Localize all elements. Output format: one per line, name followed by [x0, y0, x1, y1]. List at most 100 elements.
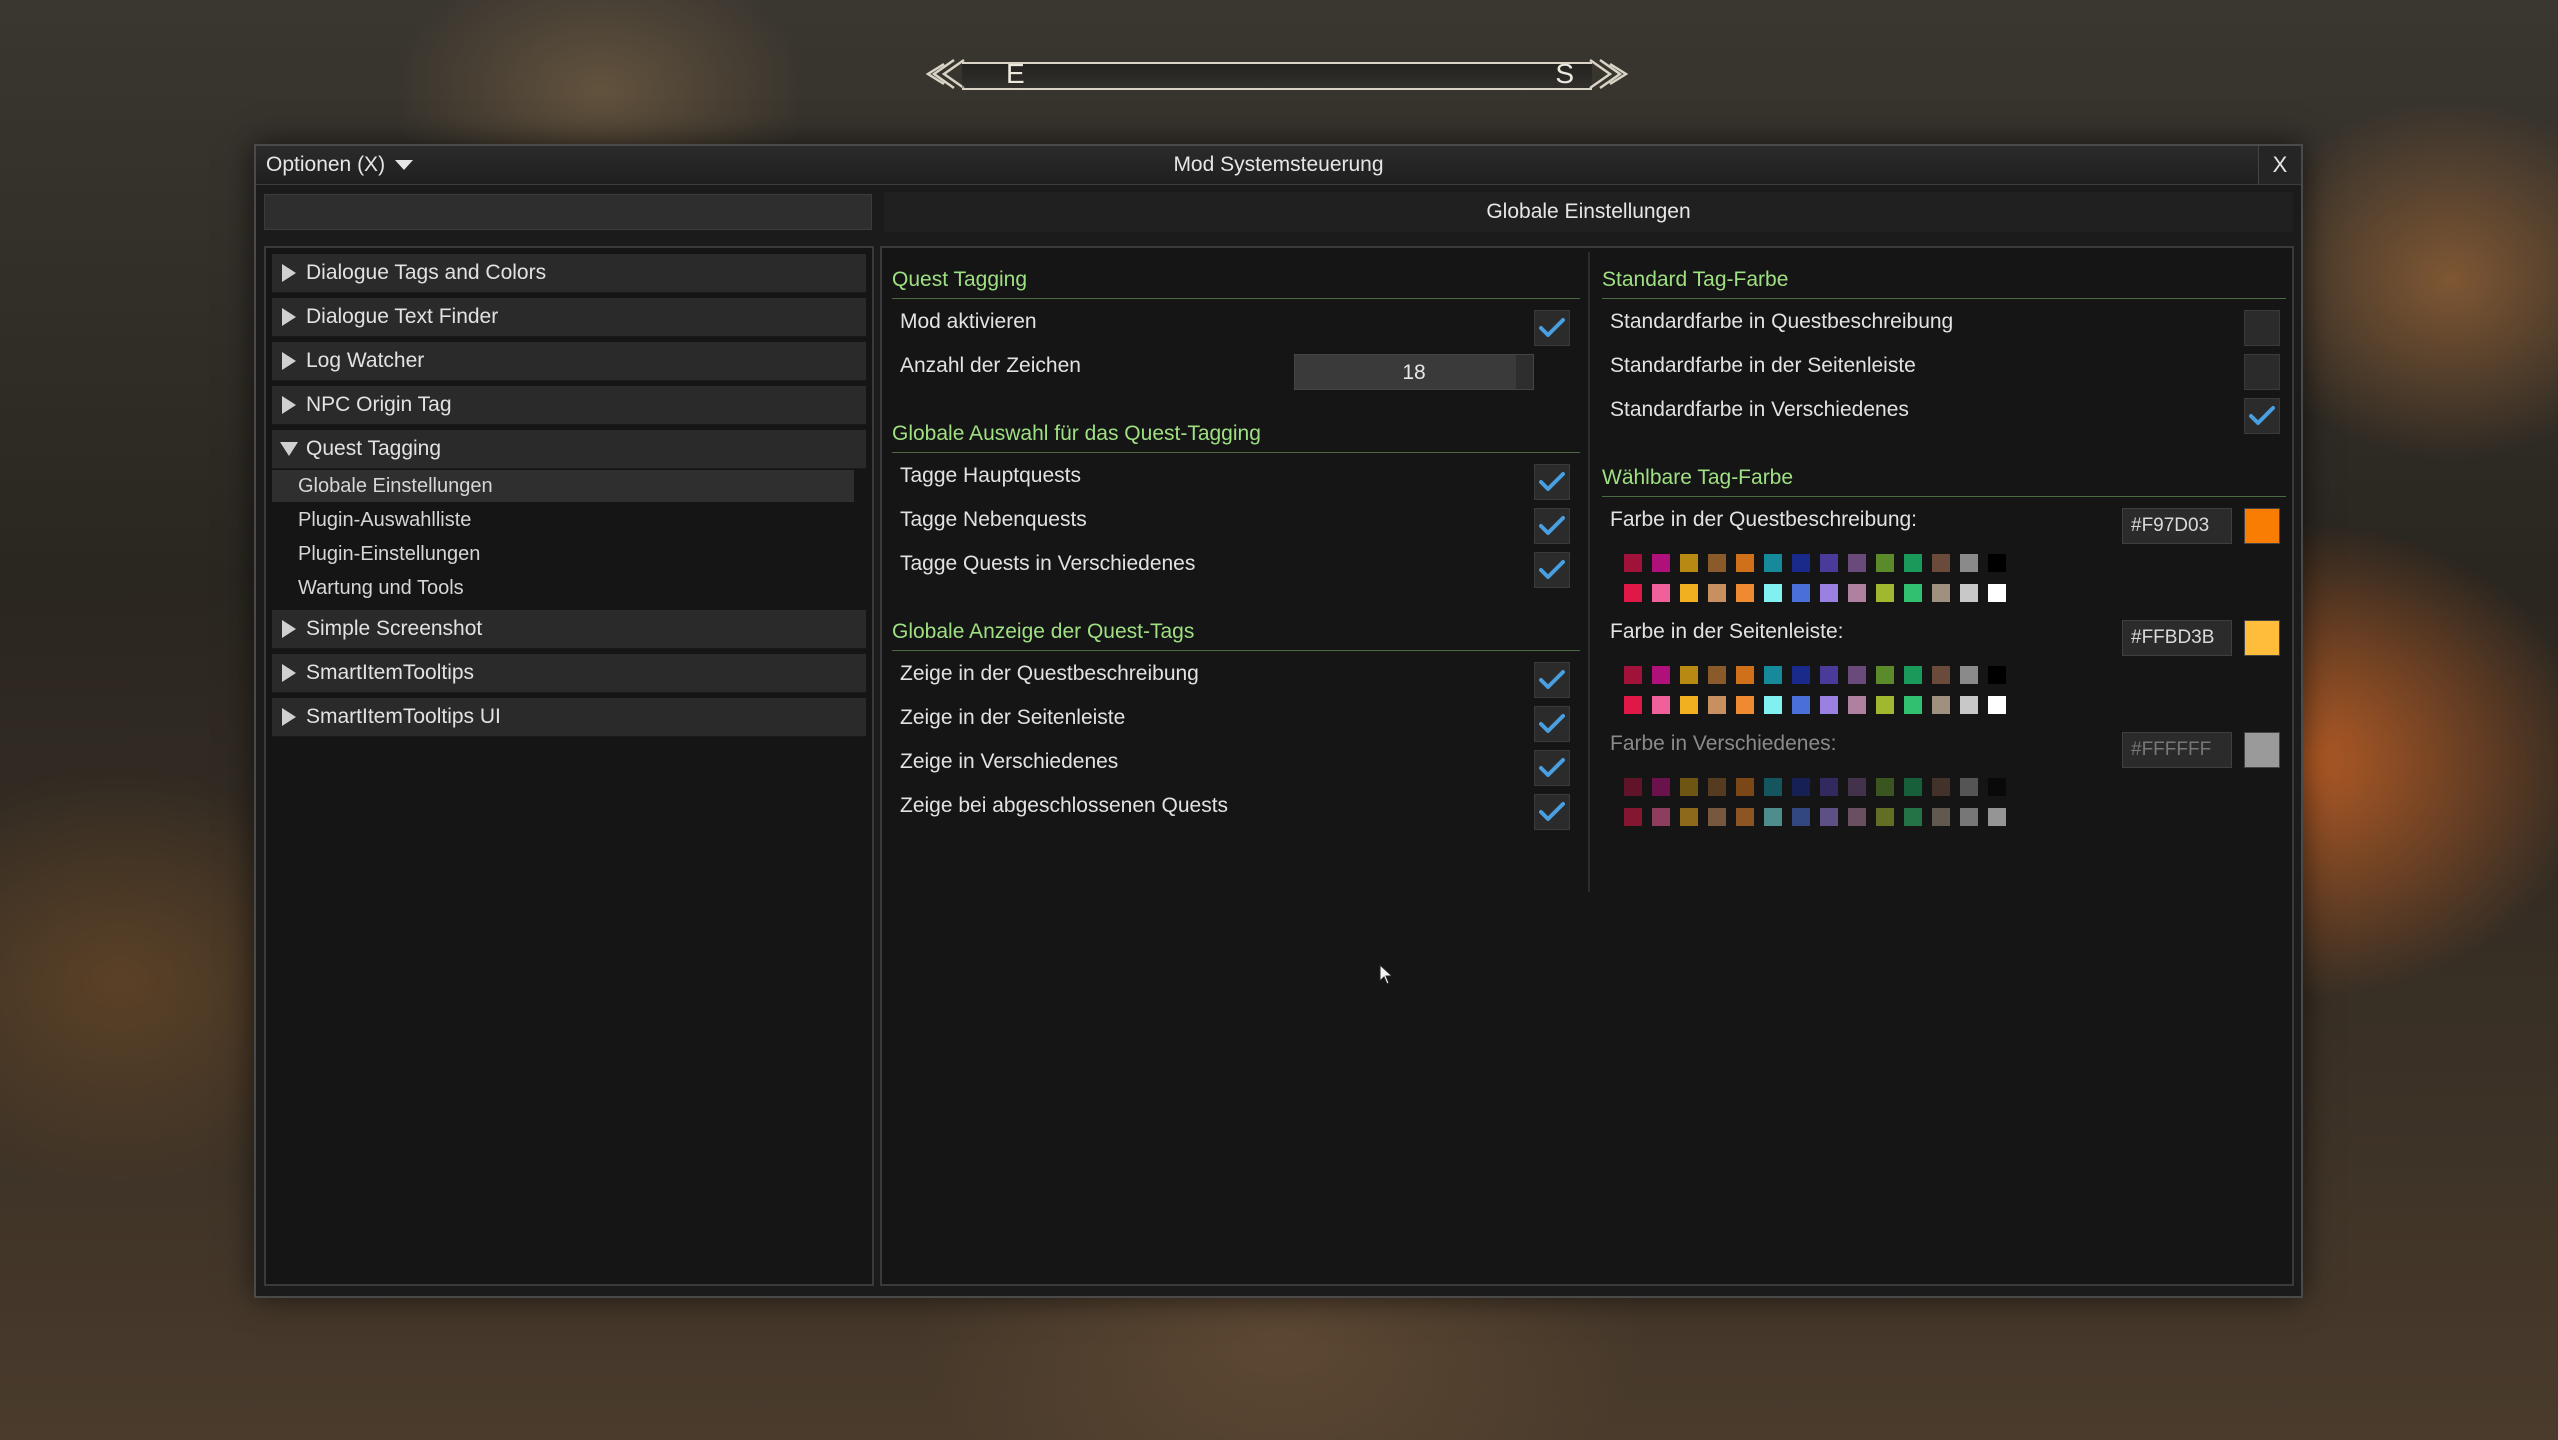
palette-color-swatch[interactable] — [1988, 808, 2006, 826]
sidebar-item-simple-screenshot[interactable]: Simple Screenshot — [272, 610, 866, 649]
std-verschiedenes-checkbox[interactable] — [2244, 398, 2280, 434]
tagge-nebenquests-checkbox[interactable] — [1534, 508, 1570, 544]
palette-color-swatch[interactable] — [1652, 808, 1670, 826]
palette-color-swatch[interactable] — [1680, 584, 1698, 602]
search-input[interactable] — [264, 194, 872, 230]
palette-color-swatch[interactable] — [1848, 778, 1866, 796]
palette-color-swatch[interactable] — [1988, 696, 2006, 714]
palette-color-swatch[interactable] — [1988, 666, 2006, 684]
sidebar-subitem-globale-einstellungen[interactable]: Globale Einstellungen — [272, 470, 854, 502]
palette-color-swatch[interactable] — [1820, 696, 1838, 714]
tagge-verschiedenes-checkbox[interactable] — [1534, 552, 1570, 588]
palette-color-swatch[interactable] — [1876, 696, 1894, 714]
palette-color-swatch[interactable] — [1876, 778, 1894, 796]
color-swatch-verschiedenes[interactable] — [2244, 732, 2280, 768]
palette-color-swatch[interactable] — [1792, 808, 1810, 826]
sidebar-item-dialogue-text-finder[interactable]: Dialogue Text Finder — [272, 298, 866, 337]
palette-color-swatch[interactable] — [1792, 666, 1810, 684]
palette-color-swatch[interactable] — [1708, 554, 1726, 572]
palette-color-swatch[interactable] — [1904, 808, 1922, 826]
mod-aktivieren-checkbox[interactable] — [1534, 310, 1570, 346]
tagge-hauptquests-checkbox[interactable] — [1534, 464, 1570, 500]
palette-color-swatch[interactable] — [1708, 696, 1726, 714]
palette-color-swatch[interactable] — [1932, 696, 1950, 714]
palette-color-swatch[interactable] — [1848, 584, 1866, 602]
palette-color-swatch[interactable] — [1764, 778, 1782, 796]
palette-color-swatch[interactable] — [1820, 808, 1838, 826]
sidebar-item-npc-origin-tag[interactable]: NPC Origin Tag — [272, 386, 866, 425]
sidebar-item-quest-tagging[interactable]: Quest Tagging — [272, 430, 866, 469]
anzahl-zeichen-slider[interactable]: 18 — [1294, 354, 1534, 390]
palette-color-swatch[interactable] — [1680, 666, 1698, 684]
color-swatch-questbeschreibung[interactable] — [2244, 508, 2280, 544]
palette-color-swatch[interactable] — [1736, 808, 1754, 826]
hex-questbeschreibung-input[interactable]: #F97D03 — [2122, 508, 2232, 544]
palette-color-swatch[interactable] — [1848, 808, 1866, 826]
zeige-questbeschreibung-checkbox[interactable] — [1534, 662, 1570, 698]
palette-color-swatch[interactable] — [1904, 696, 1922, 714]
palette-color-swatch[interactable] — [1988, 778, 2006, 796]
palette-color-swatch[interactable] — [1904, 666, 1922, 684]
std-questbeschreibung-checkbox[interactable] — [2244, 310, 2280, 346]
palette-color-swatch[interactable] — [1876, 666, 1894, 684]
palette-color-swatch[interactable] — [1792, 778, 1810, 796]
palette-color-swatch[interactable] — [1708, 778, 1726, 796]
palette-color-swatch[interactable] — [1652, 584, 1670, 602]
palette-color-swatch[interactable] — [1624, 778, 1642, 796]
palette-color-swatch[interactable] — [1848, 696, 1866, 714]
palette-color-swatch[interactable] — [1848, 554, 1866, 572]
palette-color-swatch[interactable] — [1960, 584, 1978, 602]
palette-color-swatch[interactable] — [1736, 778, 1754, 796]
palette-color-swatch[interactable] — [1736, 584, 1754, 602]
hex-verschiedenes-input[interactable]: #FFFFFF — [2122, 732, 2232, 768]
palette-color-swatch[interactable] — [1624, 666, 1642, 684]
palette-color-swatch[interactable] — [1792, 554, 1810, 572]
palette-color-swatch[interactable] — [1624, 696, 1642, 714]
palette-color-swatch[interactable] — [1652, 554, 1670, 572]
palette-color-swatch[interactable] — [1988, 584, 2006, 602]
palette-color-swatch[interactable] — [1988, 554, 2006, 572]
sidebar-item-smartitemtooltips[interactable]: SmartItemTooltips — [272, 654, 866, 693]
palette-color-swatch[interactable] — [1820, 666, 1838, 684]
palette-color-swatch[interactable] — [1764, 808, 1782, 826]
sidebar-item-log-watcher[interactable]: Log Watcher — [272, 342, 866, 381]
palette-color-swatch[interactable] — [1680, 554, 1698, 572]
palette-color-swatch[interactable] — [1932, 554, 1950, 572]
palette-color-swatch[interactable] — [1736, 666, 1754, 684]
hex-seitenleiste-input[interactable]: #FFBD3B — [2122, 620, 2232, 656]
palette-color-swatch[interactable] — [1960, 696, 1978, 714]
sidebar-subitem-wartung-und-tools[interactable]: Wartung und Tools — [272, 572, 866, 604]
palette-color-swatch[interactable] — [1624, 808, 1642, 826]
palette-color-swatch[interactable] — [1932, 584, 1950, 602]
palette-color-swatch[interactable] — [1736, 696, 1754, 714]
palette-color-swatch[interactable] — [1932, 778, 1950, 796]
sidebar-item-smartitemtooltips-ui[interactable]: SmartItemTooltips UI — [272, 698, 866, 737]
std-seitenleiste-checkbox[interactable] — [2244, 354, 2280, 390]
palette-color-swatch[interactable] — [1960, 778, 1978, 796]
palette-color-swatch[interactable] — [1764, 554, 1782, 572]
palette-color-swatch[interactable] — [1932, 808, 1950, 826]
palette-color-swatch[interactable] — [1652, 778, 1670, 796]
palette-color-swatch[interactable] — [1876, 554, 1894, 572]
palette-color-swatch[interactable] — [1708, 584, 1726, 602]
palette-color-swatch[interactable] — [1624, 584, 1642, 602]
close-button[interactable]: X — [2258, 146, 2301, 184]
palette-color-swatch[interactable] — [1680, 808, 1698, 826]
palette-color-swatch[interactable] — [1792, 696, 1810, 714]
palette-color-swatch[interactable] — [1764, 696, 1782, 714]
zeige-seitenleiste-checkbox[interactable] — [1534, 706, 1570, 742]
palette-color-swatch[interactable] — [1820, 778, 1838, 796]
palette-color-swatch[interactable] — [1960, 666, 1978, 684]
palette-color-swatch[interactable] — [1736, 554, 1754, 572]
palette-color-swatch[interactable] — [1680, 696, 1698, 714]
palette-color-swatch[interactable] — [1792, 584, 1810, 602]
palette-color-swatch[interactable] — [1764, 584, 1782, 602]
sidebar-item-dialogue-tags[interactable]: Dialogue Tags and Colors — [272, 254, 866, 293]
palette-color-swatch[interactable] — [1876, 808, 1894, 826]
zeige-verschiedenes-checkbox[interactable] — [1534, 750, 1570, 786]
palette-color-swatch[interactable] — [1652, 666, 1670, 684]
sidebar-subitem-plugin-auswahlliste[interactable]: Plugin-Auswahlliste — [272, 504, 866, 536]
palette-color-swatch[interactable] — [1876, 584, 1894, 602]
zeige-abgeschlossen-checkbox[interactable] — [1534, 794, 1570, 830]
palette-color-swatch[interactable] — [1820, 554, 1838, 572]
